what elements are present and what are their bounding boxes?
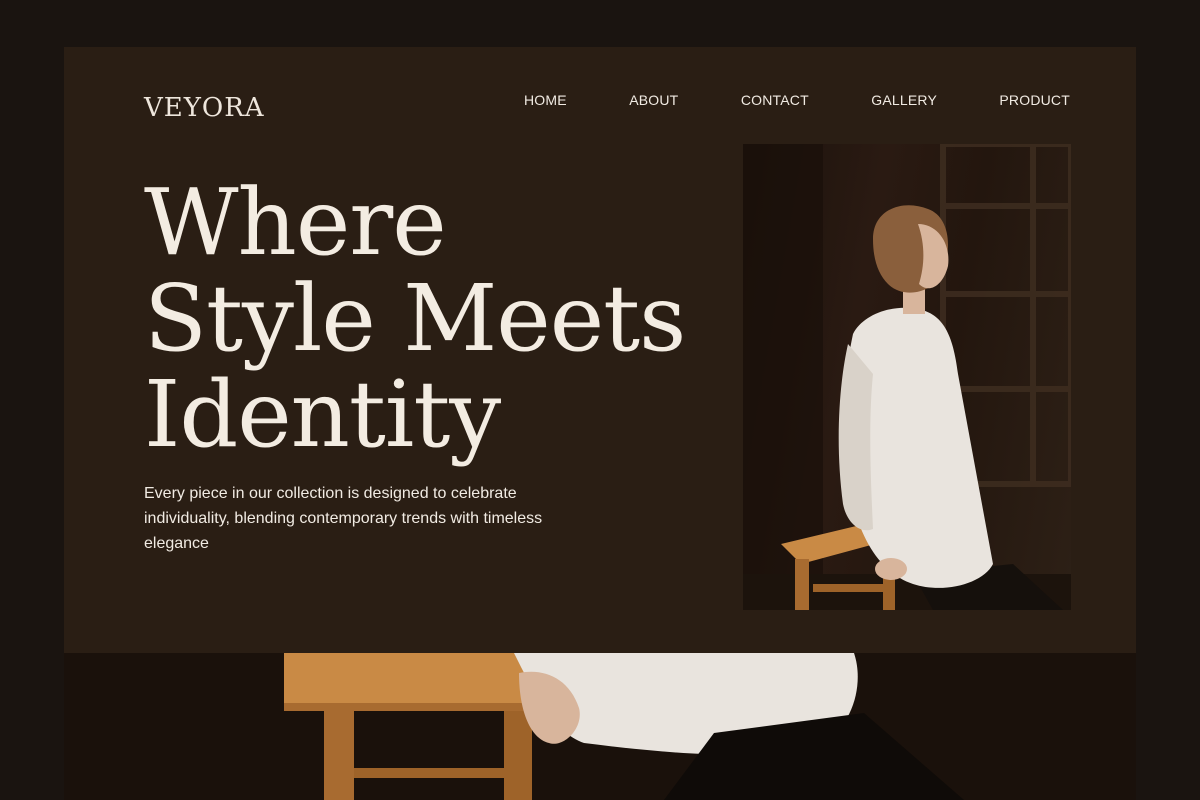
hero-title: Where Style Meets Identity: [144, 175, 744, 463]
hero-title-line-2: Style Meets: [144, 265, 686, 372]
main-nav: HOME ABOUT CONTACT GALLERY PRODUCT: [524, 91, 1070, 109]
nav-product[interactable]: PRODUCT: [999, 91, 1070, 109]
hero-title-line-1: Where: [144, 169, 447, 276]
closeup-photo-illustration: [64, 653, 1136, 800]
brand-logo[interactable]: VEYORA: [144, 93, 265, 123]
hero-title-line-3: Identity: [144, 361, 501, 468]
hero-description: Every piece in our collection is designe…: [144, 485, 543, 552]
hero-photo: [743, 144, 1071, 610]
hero-photo-closeup: [64, 653, 1136, 800]
nav-gallery[interactable]: GALLERY: [871, 91, 937, 109]
hero-card: VEYORA HOME ABOUT CONTACT GALLERY PRODUC…: [64, 47, 1136, 653]
page: VEYORA HOME ABOUT CONTACT GALLERY PRODUC…: [0, 0, 1200, 800]
nav-about[interactable]: ABOUT: [629, 91, 678, 109]
model-photo-illustration: [743, 144, 1071, 610]
nav-contact[interactable]: CONTACT: [741, 91, 809, 109]
nav-home[interactable]: HOME: [524, 91, 567, 109]
